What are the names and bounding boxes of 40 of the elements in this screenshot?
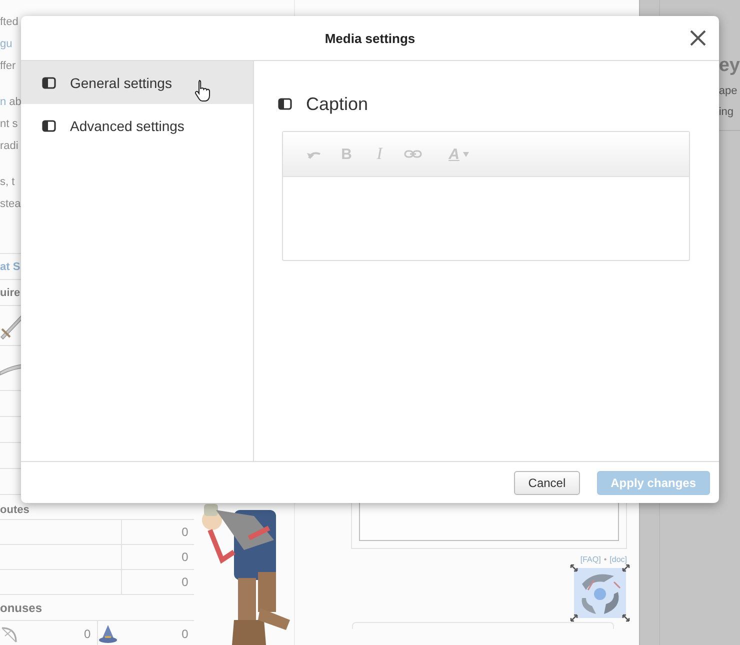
nav-tab[interactable]: Advanced settings <box>21 104 253 147</box>
link[interactable]: [doc] <box>610 555 627 564</box>
link-icon <box>404 148 422 160</box>
resize-handle-icon[interactable] <box>622 614 630 622</box>
wizard-hat-icon <box>98 624 118 644</box>
link[interactable]: [FAQ] <box>580 555 601 564</box>
close-button[interactable] <box>689 29 707 47</box>
pointer-cursor-icon <box>194 79 212 103</box>
table-cell: 0 <box>182 626 188 640</box>
panel-icon <box>42 120 56 132</box>
dialog-title: Media settings <box>324 30 416 46</box>
table-cell-text: 0 <box>180 525 190 539</box>
panel-icon <box>278 98 292 110</box>
caret-icon <box>463 152 470 156</box>
resize-handle-icon[interactable] <box>570 614 578 622</box>
section-heading: ey <box>718 55 740 78</box>
sidebar-text: ape <box>718 85 738 99</box>
table-heading: onuses <box>0 600 42 614</box>
separator-text: • <box>604 555 607 564</box>
table-heading: outes <box>0 504 30 516</box>
table-heading: at S <box>0 260 20 272</box>
table-heading: uire <box>0 286 20 298</box>
panel-icon <box>42 76 56 88</box>
paragraph-text: stea <box>0 197 21 212</box>
paragraph-text: n ab <box>0 95 22 110</box>
paragraph-text: gu <box>0 37 12 52</box>
paragraph-text: radi <box>0 139 18 154</box>
sidebar-text: ing <box>718 106 735 120</box>
table-cell-text: 0 <box>180 575 190 589</box>
paragraph-text: s, t <box>0 175 15 190</box>
table-cell-text: 0 <box>180 550 190 564</box>
nav-tab[interactable]: General settings <box>21 61 253 104</box>
paragraph-text: fted <box>0 15 18 30</box>
cancel-button[interactable]: Cancel <box>514 470 580 494</box>
resize-handle-icon[interactable] <box>570 564 578 572</box>
resize-handle-icon[interactable] <box>622 564 630 572</box>
paragraph-text: ffer <box>0 59 16 74</box>
table-cell: 0 <box>84 626 91 640</box>
section-title: Caption <box>306 94 368 114</box>
paragraph-text: nt s <box>0 117 18 132</box>
